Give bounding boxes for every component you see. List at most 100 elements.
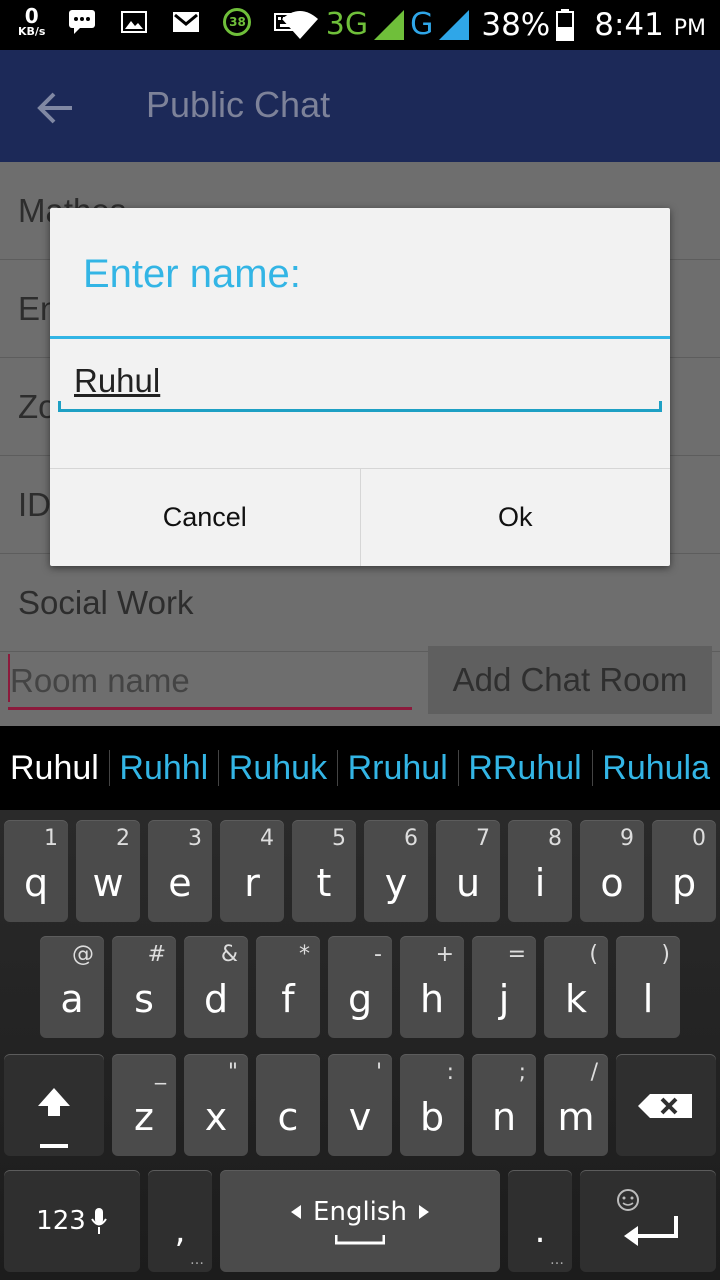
key-h[interactable]: + h xyxy=(400,936,464,1038)
ok-button[interactable]: Ok xyxy=(359,469,671,566)
key-e[interactable]: 3e xyxy=(148,820,212,922)
key-y[interactable]: 6y xyxy=(364,820,428,922)
list-item[interactable]: Social Work xyxy=(0,554,720,652)
key-c[interactable]: c xyxy=(256,1054,320,1156)
key-hint: 7 xyxy=(476,826,490,851)
space-key[interactable]: English xyxy=(220,1170,500,1272)
key-label: v xyxy=(348,1095,372,1139)
chat-notification-icon xyxy=(67,9,97,35)
suggestion-strip: Ruhul Ruhhl Ruhuk Rruhul RRuhul Ruhula xyxy=(0,726,720,810)
wifi-icon xyxy=(281,11,318,39)
enter-key[interactable] xyxy=(580,1170,716,1272)
key-f[interactable]: * f xyxy=(256,936,320,1038)
key-hint: ( xyxy=(589,942,598,967)
cancel-button[interactable]: Cancel xyxy=(50,469,360,566)
key-a[interactable]: @ a xyxy=(40,936,104,1038)
key-label: u xyxy=(455,861,481,905)
image-notification-icon xyxy=(119,9,149,35)
suggestion-item[interactable]: Ruhuk xyxy=(219,749,337,788)
key-label: d xyxy=(203,977,229,1021)
key-label: l xyxy=(642,977,654,1021)
room-name-input[interactable]: Room name xyxy=(8,640,412,710)
numbers-key[interactable]: 123 xyxy=(4,1170,140,1272)
suggestion-item[interactable]: Ruhula xyxy=(592,749,720,788)
key-n[interactable]: ; n xyxy=(472,1054,536,1156)
app-badge-icon: 38 xyxy=(223,7,252,36)
key-t[interactable]: 5t xyxy=(292,820,356,922)
suggestion-item[interactable]: Ruhul xyxy=(0,749,109,788)
suggestion-item[interactable]: RRuhul xyxy=(458,749,591,788)
key-l[interactable]: ) l xyxy=(616,936,680,1038)
key-hint: + xyxy=(435,942,454,967)
name-input[interactable]: Ruhul xyxy=(58,358,662,412)
status-bar: 0 KB/s 38 3G G 38% 8:41 PM xyxy=(0,0,720,50)
key-hint: 9 xyxy=(620,826,634,851)
key-hint: 3 xyxy=(188,826,202,851)
key-label: e xyxy=(168,861,192,905)
battery-percent: 38% xyxy=(481,7,551,43)
key-label: h xyxy=(419,977,445,1021)
back-button[interactable] xyxy=(34,86,78,130)
key-hint: 1 xyxy=(44,826,58,851)
network-speed: 0 KB/s xyxy=(18,4,46,38)
suggestion-item[interactable]: Ruhhl xyxy=(109,749,218,788)
key-hint: _ xyxy=(155,1060,166,1085)
shift-key[interactable] xyxy=(4,1054,104,1156)
key-i[interactable]: 8i xyxy=(508,820,572,922)
key-label: t xyxy=(316,861,332,905)
key-g[interactable]: -g xyxy=(328,936,392,1038)
language-right-icon xyxy=(418,1205,429,1219)
key-label: n xyxy=(491,1095,517,1139)
more-keys-dots: … xyxy=(190,1252,204,1268)
more-keys-dots: … xyxy=(550,1252,564,1268)
key-hint: = xyxy=(507,942,526,967)
key-label: p xyxy=(671,861,697,905)
key-hint: 6 xyxy=(404,826,418,851)
key-label: s xyxy=(134,977,154,1021)
key-label: z xyxy=(134,1095,154,1139)
battery-icon xyxy=(556,9,575,41)
input-edge-left xyxy=(58,401,61,409)
key-label: x xyxy=(204,1095,228,1139)
key-m[interactable]: / m xyxy=(544,1054,608,1156)
key-hint: ; xyxy=(518,1060,526,1085)
key-b[interactable]: :b xyxy=(400,1054,464,1156)
key-j[interactable]: = j xyxy=(472,936,536,1038)
comma-key[interactable]: , … xyxy=(148,1170,212,1272)
key-hint: 4 xyxy=(260,826,274,851)
key-hint: " xyxy=(227,1060,238,1085)
page-title: Public Chat xyxy=(146,84,331,125)
key-u[interactable]: 7u xyxy=(436,820,500,922)
language-label: English xyxy=(313,1197,407,1227)
key-w[interactable]: 2w xyxy=(76,820,140,922)
key-q[interactable]: 1q xyxy=(4,820,68,922)
key-label: k xyxy=(564,977,587,1021)
key-p[interactable]: 0p xyxy=(652,820,716,922)
key-d[interactable]: & d xyxy=(184,936,248,1038)
gmail-notification-icon xyxy=(171,9,201,35)
key-hint: 0 xyxy=(692,826,706,851)
network-g-label: G xyxy=(410,7,434,42)
shift-icon xyxy=(38,1088,70,1148)
key-v[interactable]: ' v xyxy=(328,1054,392,1156)
add-chat-room-button[interactable]: Add Chat Room xyxy=(428,646,712,714)
key-label: j xyxy=(498,977,510,1021)
arrow-back-icon xyxy=(37,92,72,124)
key-r[interactable]: 4r xyxy=(220,820,284,922)
key-x[interactable]: " x xyxy=(184,1054,248,1156)
key-label: y xyxy=(384,861,408,905)
key-z[interactable]: _ z xyxy=(112,1054,176,1156)
key-k[interactable]: (k xyxy=(544,936,608,1038)
dialog-buttons: Cancel Ok xyxy=(50,468,670,566)
key-s[interactable]: # s xyxy=(112,936,176,1038)
enter-icon xyxy=(617,1189,678,1246)
dialog-divider xyxy=(50,336,670,339)
input-edge-right xyxy=(659,401,662,409)
key-o[interactable]: 9o xyxy=(580,820,644,922)
key-label: a xyxy=(60,977,84,1021)
space-bar-icon xyxy=(335,1235,385,1245)
key-label: g xyxy=(347,977,373,1021)
period-key[interactable]: . … xyxy=(508,1170,572,1272)
backspace-key[interactable] xyxy=(616,1054,716,1156)
suggestion-item[interactable]: Rruhul xyxy=(338,749,458,788)
